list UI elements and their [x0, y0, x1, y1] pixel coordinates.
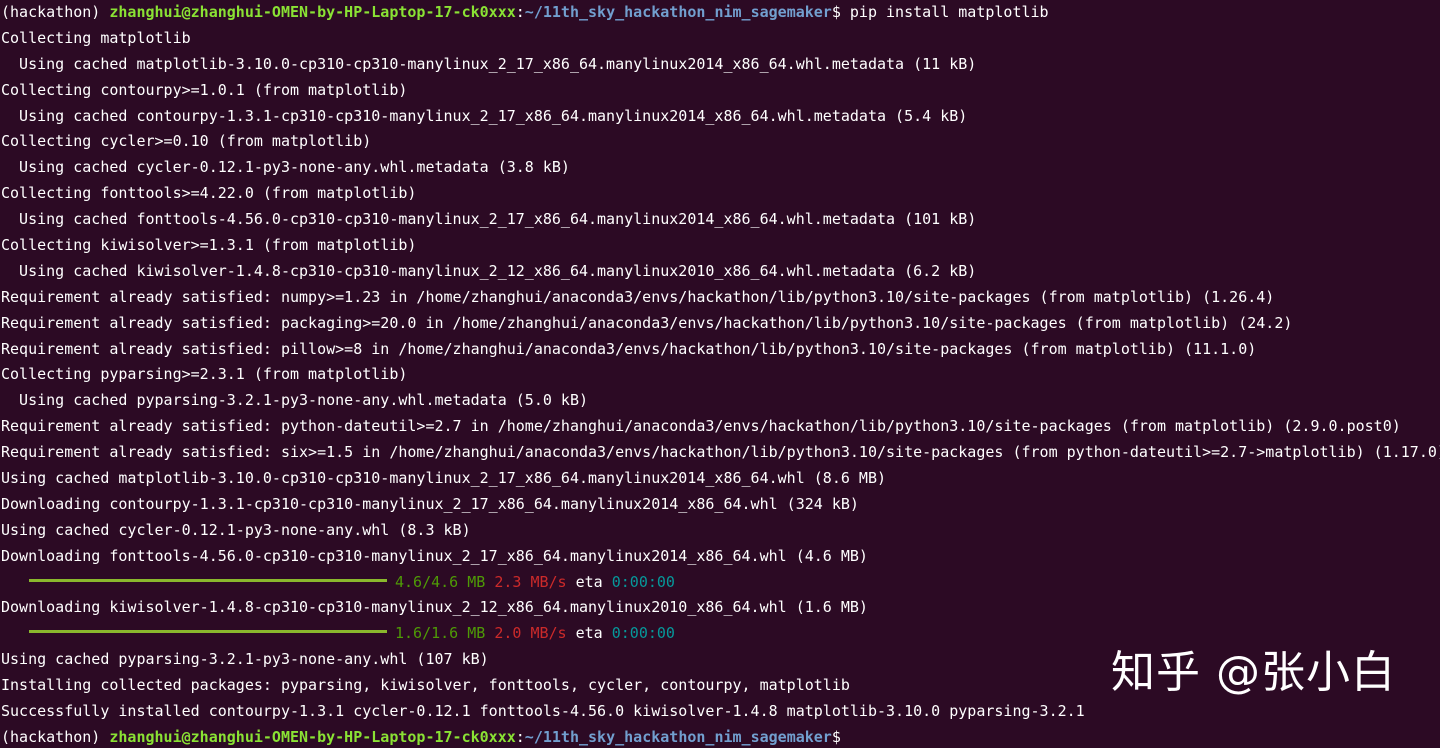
output-block-a: Collecting matplotlib Using cached matpl… [1, 26, 1440, 570]
output-line: Collecting kiwisolver>=1.3.1 (from matpl… [1, 236, 417, 255]
prompt-line-end[interactable]: (hackathon) zhanghui@zhanghui-OMEN-by-HP… [1, 725, 1440, 748]
output-line: Collecting cycler>=0.10 (from matplotlib… [1, 132, 372, 151]
prompt-line-start: (hackathon) zhanghui@zhanghui-OMEN-by-HP… [1, 3, 1049, 21]
output-line: Downloading kiwisolver-1.4.8-cp310-cp310… [1, 598, 868, 617]
eta-label: eta [575, 624, 603, 643]
output-line: Using cached cycler-0.12.1-py3-none-any.… [1, 520, 471, 539]
output-line: Downloading contourpy-1.3.1-cp310-cp310-… [1, 494, 859, 513]
terminal-window[interactable]: (hackathon) zhanghui@zhanghui-OMEN-by-HP… [0, 0, 1440, 748]
watermark: 知乎 @张小白 [1111, 647, 1396, 698]
output-line: Using cached matplotlib-3.10.0-cp310-cp3… [1, 54, 977, 73]
output-line: Using cached pyparsing-3.2.1-py3-none-an… [1, 391, 588, 410]
output-line: Using cached kiwisolver-1.4.8-cp310-cp31… [1, 261, 977, 280]
eta-label: eta [575, 572, 603, 591]
eta-value: 0:00:00 [611, 572, 675, 591]
progress-line-kiwisolver: 1.6/1.6 MB 2.0 MB/s eta 0:00:00 [1, 621, 1440, 647]
progress-bar-kiwisolver [29, 630, 387, 634]
download-size: 4.6/4.6 MB [395, 572, 486, 591]
output-line: Requirement already satisfied: six>=1.5 … [1, 443, 1440, 462]
output-line: Collecting contourpy>=1.0.1 (from matplo… [1, 80, 408, 99]
output-line: Using cached contourpy-1.3.1-cp310-cp310… [1, 106, 968, 125]
eta-value: 0:00:00 [611, 624, 675, 643]
prompt-symbol: $ [831, 727, 841, 746]
output-line: Collecting matplotlib [1, 28, 191, 47]
output-line: Collecting pyparsing>=2.3.1 (from matplo… [1, 365, 408, 384]
prompt-symbol: $ [831, 3, 841, 21]
command-text: pip install matplotlib [849, 3, 1049, 21]
output-line: Requirement already satisfied: packaging… [1, 313, 1293, 332]
user-host: zhanghui@zhanghui-OMEN-by-HP-Laptop-17-c… [109, 3, 516, 21]
output-line: Requirement already satisfied: pillow>=8… [1, 339, 1257, 358]
working-directory: ~/11th_sky_hackathon_nim_sagemaker [524, 3, 832, 21]
output-line: Requirement already satisfied: numpy>=1.… [1, 287, 1275, 306]
output-line: Using cached matplotlib-3.10.0-cp310-cp3… [1, 469, 887, 488]
progress-bar-fonttools [29, 578, 387, 582]
download-rate: 2.3 MB/s [494, 572, 567, 591]
conda-env: (hackathon) [1, 3, 101, 21]
download-size: 1.6/1.6 MB [395, 624, 486, 643]
output-line: Requirement already satisfied: python-da… [1, 417, 1401, 436]
output-line: Using cached cycler-0.12.1-py3-none-any.… [1, 158, 570, 177]
conda-env: (hackathon) [1, 727, 101, 746]
output-line: Downloading fonttools-4.56.0-cp310-cp310… [1, 546, 868, 565]
progress-line-fonttools: 4.6/4.6 MB 2.3 MB/s eta 0:00:00 [1, 570, 1440, 596]
user-host: zhanghui@zhanghui-OMEN-by-HP-Laptop-17-c… [109, 727, 516, 746]
output-line: Using cached fonttools-4.56.0-cp310-cp31… [1, 210, 977, 229]
download-rate: 2.0 MB/s [494, 624, 567, 643]
output-line: Successfully installed contourpy-1.3.1 c… [1, 702, 1085, 721]
working-directory: ~/11th_sky_hackathon_nim_sagemaker [524, 727, 832, 746]
output-line: Collecting fonttools>=4.22.0 (from matpl… [1, 184, 417, 203]
